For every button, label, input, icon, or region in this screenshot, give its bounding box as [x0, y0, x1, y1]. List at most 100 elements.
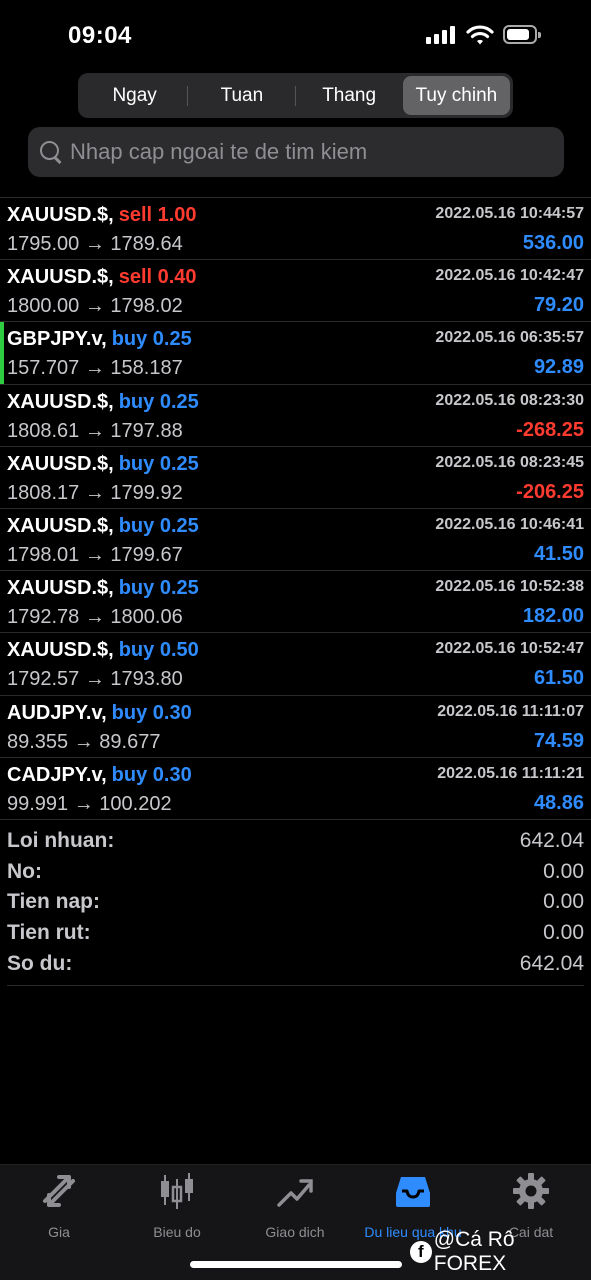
trade-profit: 536.00 [522, 232, 584, 254]
summary-value: 642.04 [519, 951, 584, 975]
candlestick-chart-icon [161, 1173, 193, 1209]
arrow-right-icon: → [73, 792, 94, 815]
trade-timestamp: 2022.05.16 10:52:47 [435, 640, 584, 658]
open-price: 89.355 [7, 730, 69, 753]
summary-value: 642.04 [519, 829, 584, 853]
home-indicator [190, 1261, 402, 1268]
trade-symbol: XAUUSD.$, sell 0.40 [7, 266, 197, 289]
trade-side-lot: buy 0.25 [118, 514, 199, 537]
trade-row[interactable]: XAUUSD.$, buy 0.25 2022.05.16 10:46:41 1798… [0, 509, 591, 572]
status-bar: 09:04 [0, 0, 591, 70]
trade-prices: 1792.78 → 1800.06 [7, 606, 183, 629]
arrow-right-icon: → [84, 419, 105, 442]
trade-row[interactable]: XAUUSD.$, buy 0.25 2022.05.16 08:23:45 1808… [0, 447, 591, 509]
trade-trend-icon [277, 1179, 313, 1207]
watermark: f @Cá Rô FOREX [410, 1228, 591, 1276]
tab-bieu-do[interactable]: Bieu do [118, 1171, 236, 1240]
trade-profit: 79.20 [533, 294, 584, 317]
trade-row[interactable]: GBPJPY.v, buy 0.25 2022.05.16 06:35:57 157.… [0, 322, 591, 385]
close-price: 1800.06 [110, 606, 183, 629]
trade-symbol: CADJPY.v, buy 0.30 [7, 764, 192, 787]
symbol-name: XAUUSD.$, [7, 577, 114, 600]
trade-side-lot: sell 0.40 [118, 266, 197, 289]
trade-timestamp: 2022.05.16 11:11:07 [437, 702, 584, 720]
trade-side-lot: buy 0.25 [118, 390, 199, 413]
gear-icon [513, 1173, 549, 1209]
tab-label: Bieu do [153, 1224, 201, 1240]
wifi-icon [466, 25, 494, 45]
search-input[interactable] [70, 139, 564, 165]
trade-profit: -206.25 [516, 480, 584, 503]
symbol-name: GBPJPY.v, [7, 328, 107, 351]
tab-label: Ngay [112, 84, 157, 106]
trade-row[interactable]: AUDJPY.v, buy 0.30 2022.05.16 11:11:07 89.3… [0, 696, 591, 758]
status-time: 09:04 [68, 22, 132, 49]
summary-label: Loi nhuan: [7, 829, 115, 853]
trade-row[interactable]: XAUUSD.$, buy 0.25 2022.05.16 10:52:38 1792… [0, 571, 591, 634]
arrow-right-icon: → [84, 481, 105, 504]
summary-value: 0.00 [543, 921, 584, 945]
arrow-right-icon: → [84, 357, 105, 380]
summary-label: Tien rut: [7, 921, 91, 945]
close-price: 1793.80 [110, 668, 183, 691]
trade-prices: 157.707 → 158.187 [7, 357, 183, 380]
trade-prices: 1808.61 → 1797.88 [7, 420, 183, 443]
open-price: 99.991 [7, 792, 69, 815]
close-price: 100.202 [99, 792, 172, 815]
tab-tuan[interactable]: Tuan [188, 76, 296, 115]
trade-symbol: XAUUSD.$, buy 0.50 [7, 639, 199, 662]
trade-timestamp: 2022.05.16 10:42:47 [435, 267, 584, 285]
trade-row[interactable]: XAUUSD.$, sell 0.40 2022.05.16 10:42:47 180… [0, 260, 591, 323]
period-segmented-control: Ngay Tuan Thang Tuy chinh [78, 73, 513, 118]
tab-label: Tuy chinh [415, 84, 498, 106]
close-price: 1799.92 [110, 481, 183, 504]
watermark-text: @Cá Rô FOREX [433, 1228, 515, 1275]
trade-timestamp: 2022.05.16 08:23:30 [435, 391, 584, 409]
trade-side-lot: buy 0.30 [111, 701, 192, 724]
open-price: 1808.61 [7, 419, 80, 442]
search-icon [38, 139, 64, 165]
symbol-name: XAUUSD.$, [7, 204, 114, 226]
trade-timestamp: 2022.05.16 11:11:21 [437, 764, 584, 782]
trade-side-lot: buy 0.50 [118, 639, 199, 662]
trade-timestamp: 2022.05.16 10:52:38 [435, 578, 584, 596]
symbol-name: CADJPY.v, [7, 763, 107, 786]
quotes-arrows-icon [43, 1175, 75, 1207]
open-price: 1792.78 [7, 606, 80, 629]
summary-divider [7, 985, 584, 986]
trade-side-lot: sell 1.00 [118, 204, 197, 226]
tab-ngay[interactable]: Ngay [81, 76, 189, 115]
trade-row[interactable]: XAUUSD.$, buy 0.50 2022.05.16 10:52:47 1792… [0, 633, 591, 696]
battery-icon [503, 25, 541, 44]
symbol-name: XAUUSD.$, [7, 514, 114, 537]
facebook-icon: f [410, 1241, 432, 1263]
close-price: 1797.88 [110, 419, 183, 442]
trade-timestamp: 2022.05.16 10:44:57 [435, 205, 584, 222]
arrow-right-icon: → [84, 233, 105, 255]
close-price: 1799.67 [110, 543, 183, 566]
trade-symbol: XAUUSD.$, sell 1.00 [7, 204, 197, 227]
trade-row[interactable]: XAUUSD.$, buy 0.25 2022.05.16 08:23:30 1808… [0, 385, 591, 447]
tab-thang[interactable]: Thang [296, 76, 403, 115]
trade-row[interactable]: CADJPY.v, buy 0.30 2022.05.16 11:11:21 99.9… [0, 758, 591, 820]
close-price: 1789.64 [110, 233, 183, 255]
cellular-signal-icon [426, 26, 456, 44]
tab-tuy-chinh[interactable]: Tuy chinh [402, 76, 510, 115]
symbol-name: XAUUSD.$, [7, 390, 114, 413]
tab-label: Thang [322, 84, 377, 106]
open-price: 1800.00 [7, 295, 80, 318]
trade-history-list: XAUUSD.$, sell 1.00 2022.05.16 10:44:57 179… [0, 197, 591, 820]
tab-gia[interactable]: Gia [0, 1171, 118, 1240]
trade-prices: 1792.57 → 1793.80 [7, 668, 183, 691]
symbol-name: AUDJPY.v, [7, 701, 107, 724]
arrow-right-icon: → [73, 730, 94, 753]
history-inbox-icon [396, 1177, 430, 1207]
trade-prices: 1795.00 → 1789.64 [7, 233, 183, 256]
tab-giao-dich[interactable]: Giao dich [236, 1171, 354, 1240]
summary-label: So du: [7, 951, 73, 975]
open-price: 1795.00 [7, 233, 80, 255]
trade-row[interactable]: XAUUSD.$, sell 1.00 2022.05.16 10:44:57 179… [0, 198, 591, 261]
open-price: 1798.01 [7, 543, 80, 566]
trade-prices: 1808.17 → 1799.92 [7, 482, 183, 505]
trade-side-lot: buy 0.30 [111, 763, 192, 786]
